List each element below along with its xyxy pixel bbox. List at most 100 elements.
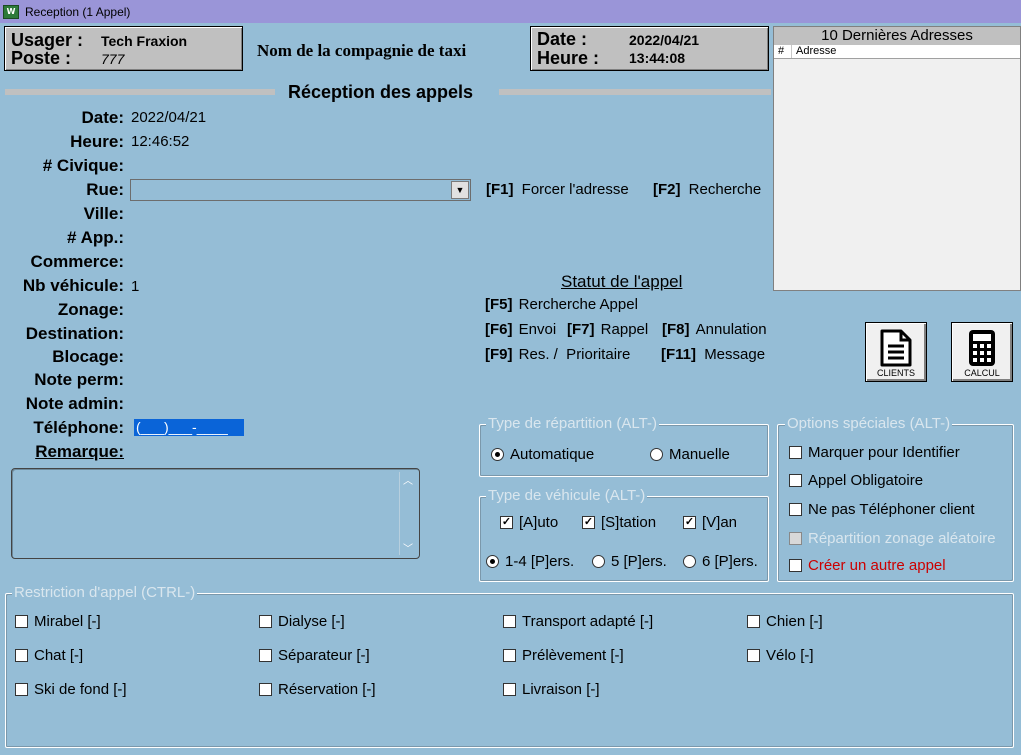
option-ne-pas-telephoner-checkbox[interactable]: [789, 503, 802, 516]
option-marquer-checkbox[interactable]: [789, 446, 802, 459]
telephone-label: Téléphone:: [33, 418, 124, 437]
restriction-prelevement-checkbox[interactable]: [503, 649, 516, 662]
usager-value: Tech Fraxion: [101, 33, 188, 49]
restriction-dialyse-checkbox[interactable]: [259, 615, 272, 628]
telephone-input[interactable]: (___)___-____: [134, 419, 244, 436]
restriction-chien-checkbox[interactable]: [747, 615, 760, 628]
last-addresses-panel: 10 Dernières Adresses # Adresse: [773, 26, 1021, 291]
restriction-transport-adapte[interactable]: Transport adapté [-]: [503, 613, 653, 630]
calcul-button[interactable]: CALCUL: [951, 322, 1013, 382]
repartition-auto-option[interactable]: Automatique: [491, 446, 594, 463]
option-ne-pas-telephoner[interactable]: Ne pas Téléphoner client: [789, 501, 975, 518]
force-address-action[interactable]: [F1] Forcer l'adresse: [486, 181, 629, 198]
nb-vehicule-label: Nb véhicule:: [22, 276, 124, 295]
restriction-chat-checkbox[interactable]: [15, 649, 28, 662]
vehicule-auto-option[interactable]: ✓ [A]uto: [500, 514, 558, 531]
column-number[interactable]: #: [774, 45, 792, 58]
options-title: Options spéciales (ALT-): [785, 415, 953, 432]
vehicule-station-checkbox[interactable]: ✓: [582, 516, 595, 529]
chevron-down-icon[interactable]: ▼: [451, 181, 469, 199]
last-addresses-header: # Adresse: [774, 45, 1020, 59]
pers-1-4-option[interactable]: 1-4 [P]ers.: [486, 553, 574, 570]
restriction-ski-de-fond-checkbox[interactable]: [15, 683, 28, 696]
f7-action[interactable]: [F7] Rappel: [567, 321, 648, 338]
commerce-label: Commerce:: [30, 252, 124, 271]
search-action[interactable]: [F2] Recherche: [653, 181, 761, 198]
restriction-separateur-label: Séparateur [-]: [278, 647, 370, 664]
pers-5-radio[interactable]: [592, 555, 605, 568]
repartition-manuelle-option[interactable]: Manuelle: [650, 446, 730, 463]
f2-key: [F2]: [653, 181, 681, 198]
restriction-dialyse[interactable]: Dialyse [-]: [259, 613, 345, 630]
option-repartition-aleatoire-label: Répartition zonage aléatoire: [808, 530, 996, 547]
scroll-up-icon[interactable]: ︿: [403, 472, 413, 487]
pers-5-option[interactable]: 5 [P]ers.: [592, 553, 667, 570]
poste-value: 777: [101, 51, 125, 67]
vehicule-van-checkbox[interactable]: ✓: [683, 516, 696, 529]
vehicule-van-label: [V]an: [702, 514, 738, 531]
note-admin-label: Note admin:: [25, 394, 124, 413]
clients-button[interactable]: CLIENTS: [865, 322, 927, 382]
restriction-separateur-checkbox[interactable]: [259, 649, 272, 662]
pers-6-option[interactable]: 6 [P]ers.: [683, 553, 758, 570]
restriction-livraison[interactable]: Livraison [-]: [503, 681, 600, 698]
restriction-velo[interactable]: Vélo [-]: [747, 647, 814, 664]
restriction-reservation-checkbox[interactable]: [259, 683, 272, 696]
column-adresse[interactable]: Adresse: [792, 45, 1020, 58]
option-appel-obligatoire-checkbox[interactable]: [789, 474, 802, 487]
header-heure-value: 13:44:08: [629, 50, 686, 66]
last-addresses-list[interactable]: [774, 59, 1020, 289]
option-marquer[interactable]: Marquer pour Identifier: [789, 444, 960, 461]
restriction-prelevement[interactable]: Prélèvement [-]: [503, 647, 624, 664]
f6-action[interactable]: [F6] Envoi: [485, 321, 556, 338]
header-date-label: Date :: [537, 29, 588, 49]
option-ne-pas-telephoner-label: Ne pas Téléphoner client: [808, 501, 975, 518]
restriction-separateur[interactable]: Séparateur [-]: [259, 647, 370, 664]
pers-6-radio[interactable]: [683, 555, 696, 568]
f9-key: [F9]: [485, 346, 513, 363]
restriction-chien[interactable]: Chien [-]: [747, 613, 823, 630]
restriction-chat[interactable]: Chat [-]: [15, 647, 83, 664]
zonage-label: Zonage:: [57, 300, 124, 319]
vehicule-auto-checkbox[interactable]: ✓: [500, 516, 513, 529]
restriction-mirabel-label: Mirabel [-]: [34, 613, 101, 630]
restriction-velo-label: Vélo [-]: [766, 647, 814, 664]
restriction-ski-de-fond[interactable]: Ski de fond [-]: [15, 681, 127, 698]
restriction-reservation[interactable]: Réservation [-]: [259, 681, 376, 698]
f5-action[interactable]: [F5] Rercherche Appel: [485, 296, 638, 313]
calcul-label: CALCUL: [964, 368, 1000, 378]
section-title: Réception des appels: [288, 82, 474, 102]
rue-label: Rue:: [86, 180, 124, 199]
vehicule-station-label: [S]tation: [601, 514, 657, 531]
f6-label: Envoi: [518, 321, 557, 338]
restriction-velo-checkbox[interactable]: [747, 649, 760, 662]
repartition-auto-radio[interactable]: [491, 448, 504, 461]
header-heure-label: Heure :: [537, 48, 600, 68]
pers-6-label: 6 [P]ers.: [702, 553, 758, 570]
vehicule-station-option[interactable]: ✓ [S]tation: [582, 514, 656, 531]
restriction-livraison-label: Livraison [-]: [522, 681, 600, 698]
section-rule-right: [499, 89, 771, 95]
option-creer-appel[interactable]: Créer un autre appel: [789, 557, 946, 574]
note-perm-label: Note perm:: [34, 370, 124, 389]
repartition-manuelle-radio[interactable]: [650, 448, 663, 461]
remarque-scrollbar[interactable]: ︿ ﹀: [399, 472, 416, 555]
restriction-title: Restriction d'appel (CTRL-): [12, 584, 198, 601]
restriction-livraison-checkbox[interactable]: [503, 683, 516, 696]
f11-action[interactable]: [F11] Message: [661, 346, 765, 363]
rue-combobox[interactable]: ▼: [130, 179, 471, 201]
restriction-mirabel[interactable]: Mirabel [-]: [15, 613, 101, 630]
nb-vehicule-value[interactable]: 1: [131, 277, 139, 297]
restriction-transport-adapte-checkbox[interactable]: [503, 615, 516, 628]
f9-action[interactable]: [F9] Res. / Prioritaire: [485, 346, 630, 363]
f8-action[interactable]: [F8] Annulation: [662, 321, 767, 338]
option-creer-appel-checkbox[interactable]: [789, 559, 802, 572]
option-appel-obligatoire[interactable]: Appel Obligatoire: [789, 472, 923, 489]
scroll-down-icon[interactable]: ﹀: [403, 540, 413, 555]
pers-1-4-radio[interactable]: [486, 555, 499, 568]
f9-label: Res. / Prioritaire: [518, 346, 631, 363]
vehicule-van-option[interactable]: ✓ [V]an: [683, 514, 737, 531]
f1-label: Forcer l'adresse: [521, 181, 629, 198]
restriction-mirabel-checkbox[interactable]: [15, 615, 28, 628]
remarque-textarea[interactable]: ︿ ﹀: [11, 468, 420, 559]
